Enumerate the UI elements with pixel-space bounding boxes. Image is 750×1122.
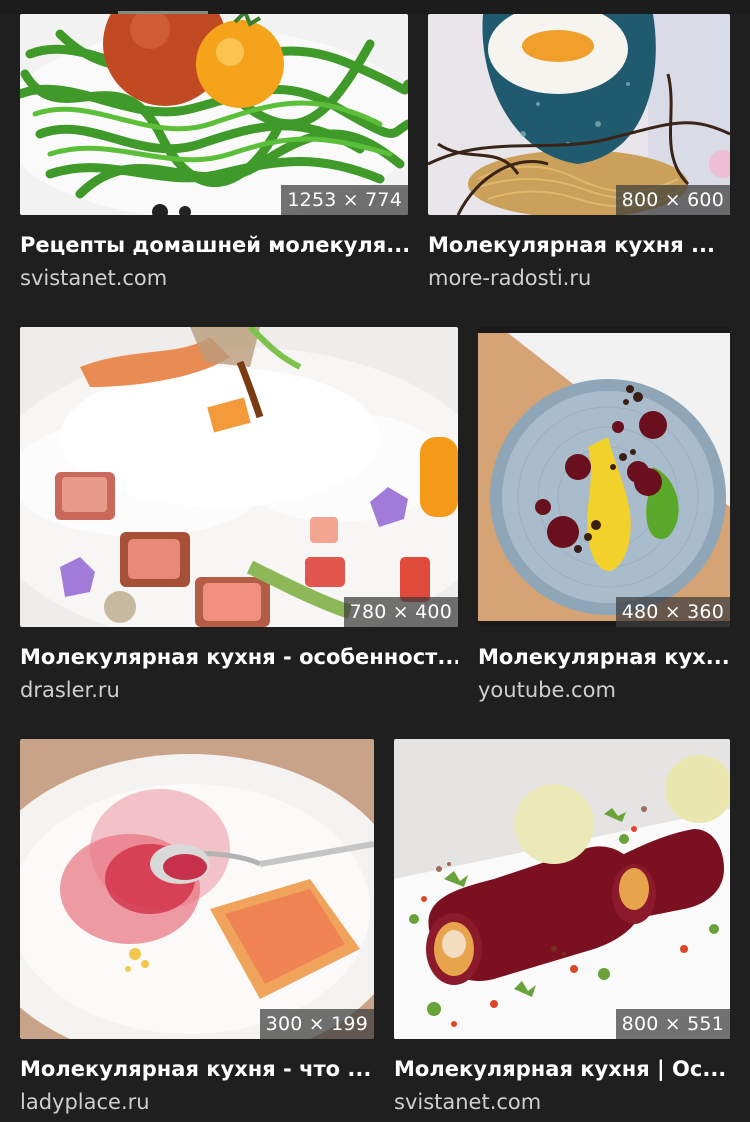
result-source[interactable]: ladyplace.ru xyxy=(20,1090,150,1114)
result-image-6[interactable]: 800 × 551 xyxy=(394,739,730,1039)
result-card-6[interactable]: 800 × 551 Молекулярная кухня | Ос... svi… xyxy=(394,739,730,1122)
top-bar xyxy=(0,0,750,14)
result-source[interactable]: svistanet.com xyxy=(394,1090,541,1114)
result-image-3[interactable]: 780 × 400 xyxy=(20,327,458,627)
result-title[interactable]: Молекулярная кухня | Ос... xyxy=(394,1057,730,1081)
result-card-1[interactable]: 1253 × 774 Рецепты домашней молекуля... … xyxy=(20,14,408,304)
result-title[interactable]: Молекулярная кухня - особенност... xyxy=(20,645,458,669)
result-image-1[interactable]: 1253 × 774 xyxy=(20,14,408,215)
image-dimensions: 780 × 400 xyxy=(343,597,458,627)
result-image-2[interactable]: 800 × 600 xyxy=(428,14,730,215)
result-title[interactable]: Рецепты домашней молекуля... xyxy=(20,233,408,257)
result-image-5[interactable]: 300 × 199 xyxy=(20,739,374,1039)
result-source[interactable]: more-radosti.ru xyxy=(428,266,591,290)
result-source[interactable]: drasler.ru xyxy=(20,678,120,702)
image-dimensions: 480 × 360 xyxy=(615,597,730,627)
result-title[interactable]: Молекулярная кухня - что ... xyxy=(20,1057,374,1081)
image-dimensions: 1253 × 774 xyxy=(281,185,408,215)
result-card-5[interactable]: 300 × 199 Молекулярная кухня - что ... l… xyxy=(20,739,374,1122)
result-card-4[interactable]: 480 × 360 Молекулярная кух... youtube.co… xyxy=(478,327,730,717)
result-title[interactable]: Молекулярная кухня ... xyxy=(428,233,730,257)
result-title[interactable]: Молекулярная кух... xyxy=(478,645,730,669)
result-source[interactable]: svistanet.com xyxy=(20,266,167,290)
result-card-2[interactable]: 800 × 600 Молекулярная кухня ... more-ra… xyxy=(428,14,730,304)
image-dimensions: 300 × 199 xyxy=(259,1009,374,1039)
result-card-3[interactable]: 780 × 400 Молекулярная кухня - особеннос… xyxy=(20,327,458,717)
result-source[interactable]: youtube.com xyxy=(478,678,616,702)
result-image-4[interactable]: 480 × 360 xyxy=(478,327,730,627)
image-dimensions: 800 × 551 xyxy=(615,1009,730,1039)
image-dimensions: 800 × 600 xyxy=(615,185,730,215)
